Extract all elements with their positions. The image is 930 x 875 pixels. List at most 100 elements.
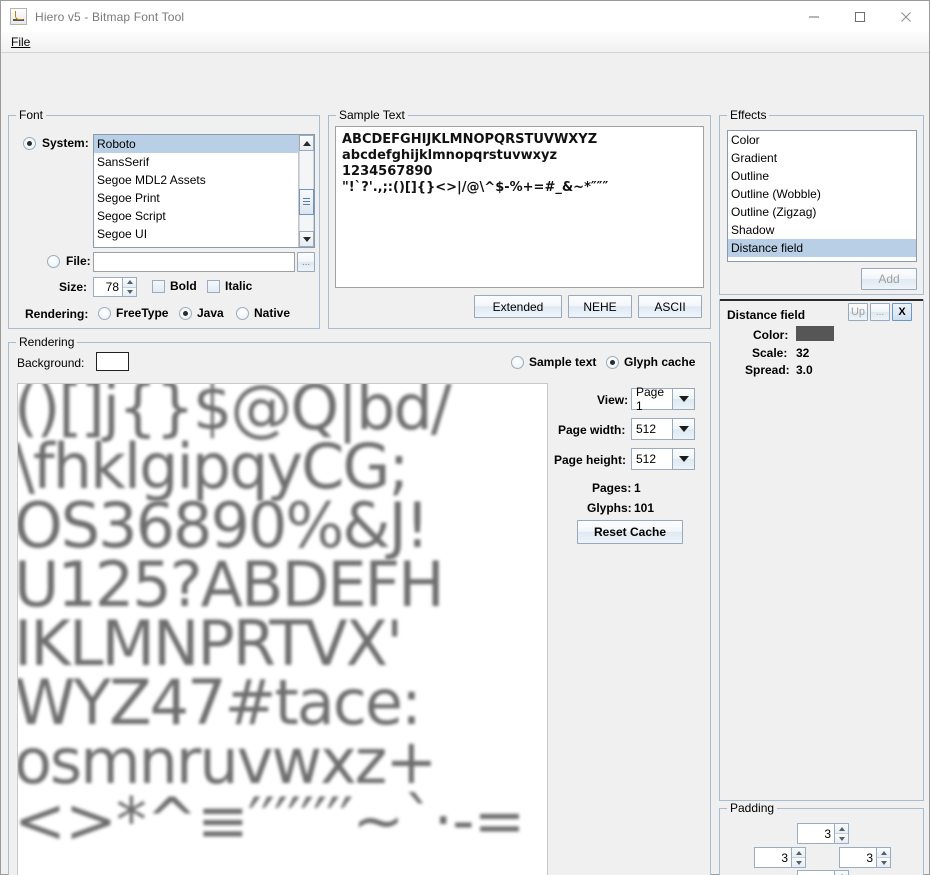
list-item[interactable]: Shadow [728,221,916,239]
list-item[interactable]: Roboto [94,135,298,153]
glyph-cache-row: <>*^≡′′′′′′′′~`·-= [17,791,547,850]
padding-bottom-value[interactable]: 3 [798,871,834,875]
font-file-browse-button[interactable]: ... [297,252,315,272]
reset-cache-button[interactable]: Reset Cache [577,520,683,544]
list-item[interactable]: Segoe UI [94,225,298,243]
effect-remove-button[interactable]: X [892,303,912,321]
padding-right-spinner[interactable]: 3 [839,847,891,868]
sample-text-area[interactable]: ABCDEFGHIJKLMNOPQRSTUVWXYZ abcdefghijklm… [335,126,704,288]
list-item[interactable]: Segoe MDL2 Assets [94,171,298,189]
font-size-label: Size: [59,280,87,294]
list-item[interactable]: Outline (Zigzag) [728,203,916,221]
effect-color-swatch[interactable] [796,326,834,341]
title-bar: Hiero v5 - Bitmap Font Tool [1,1,929,32]
padding-left-increment[interactable] [792,848,805,858]
background-color-swatch[interactable] [96,352,129,371]
padding-right-increment[interactable] [877,848,890,858]
glyph-cache-row: osmnruvwxz+ [17,732,547,791]
view-glyph-cache-label: Glyph cache [624,355,695,369]
list-item[interactable]: Outline [728,167,916,185]
padding-left-spinner[interactable]: 3 [754,847,806,868]
panel-divider [720,299,923,301]
effect-config-name: Distance field [727,308,805,322]
padding-top-value[interactable]: 3 [798,824,834,843]
page-height-value[interactable]: 512 [631,448,672,470]
effect-scale-value[interactable]: 32 [796,346,809,360]
scrollbar-thumb[interactable] [299,189,314,215]
list-item[interactable]: Outline (Wobble) [728,185,916,203]
font-file-label: File: [66,254,91,268]
font-size-value[interactable]: 78 [94,278,122,296]
page-width-value[interactable]: 512 [631,418,672,440]
pages-value: 1 [634,481,641,495]
effect-options-button[interactable]: ... [870,303,890,321]
list-item[interactable]: Distance field [728,239,916,257]
rendering-freetype-radio[interactable] [98,307,111,320]
page-width-label: Page width: [558,423,625,437]
page-view-value[interactable]: Page 1 [631,388,672,410]
nehe-button[interactable]: NEHE [568,295,632,318]
main-content: Font System: Roboto SansSerif Segoe MDL2… [1,53,929,874]
padding-bottom-increment[interactable] [835,871,848,875]
minimize-button[interactable] [791,1,837,32]
scroll-down-arrow-icon[interactable] [299,231,314,247]
page-width-combo[interactable]: 512 [631,418,695,440]
glyph-cache-row: ()[]j{}$@Q|bd/ [17,383,547,437]
effect-move-up-button[interactable]: Up [848,303,868,321]
rendering-native-radio[interactable] [236,307,249,320]
rendering-java-radio[interactable] [179,307,192,320]
padding-bottom-spinner[interactable]: 3 [797,870,849,875]
sample-text-line: abcdefghijklmnopqrstuvwxyz [342,148,697,164]
font-size-spinner[interactable]: 78 [93,277,137,297]
extended-button[interactable]: Extended [474,295,562,318]
chevron-down-icon[interactable] [672,418,695,440]
font-source-file-radio[interactable] [47,255,60,268]
padding-panel: Padding 3 3 3 3 X: -6 Y: [719,808,924,875]
list-item[interactable]: Segoe Script [94,207,298,225]
padding-left-decrement[interactable] [792,858,805,867]
add-effect-button[interactable]: Add [861,268,917,290]
page-height-label: Page height: [554,453,626,467]
rendering-freetype-label: FreeType [116,306,168,320]
font-size-decrement[interactable] [123,288,136,297]
font-size-increment[interactable] [123,278,136,288]
font-italic-checkbox[interactable] [207,280,220,293]
sample-text-line: 1234567890 [342,164,697,180]
list-item[interactable]: SansSerif [94,153,298,171]
effect-color-label: Color: [753,328,788,342]
font-source-system-radio[interactable] [23,137,36,150]
glyphs-label: Glyphs: [587,501,632,515]
effects-list[interactable]: Color Gradient Outline Outline (Wobble) … [727,130,917,262]
view-sample-text-radio[interactable] [511,356,524,369]
maximize-button[interactable] [837,1,883,32]
padding-top-increment[interactable] [835,824,848,834]
padding-top-decrement[interactable] [835,834,848,843]
list-item[interactable]: Segoe Print [94,189,298,207]
view-glyph-cache-radio[interactable] [606,356,619,369]
system-font-list-scrollbar[interactable] [298,135,314,247]
glyph-cache-canvas[interactable]: ()[]j{}$@Q|bd/ \fhklgipqyCG; OS36890%&J!… [17,383,548,875]
scroll-up-arrow-icon[interactable] [299,135,314,151]
padding-left-value[interactable]: 3 [755,848,791,867]
padding-panel-title: Padding [727,801,777,815]
page-view-combo[interactable]: Page 1 [631,388,695,410]
chevron-down-icon[interactable] [672,388,695,410]
rendering-panel-title: Rendering [16,335,77,349]
page-height-combo[interactable]: 512 [631,448,695,470]
pages-label: Pages: [592,481,631,495]
menu-file[interactable]: File [7,34,34,50]
glyphs-value: 101 [634,501,654,515]
font-size-stepper[interactable] [122,278,136,296]
padding-right-decrement[interactable] [877,858,890,867]
close-button[interactable] [883,1,929,32]
chevron-down-icon[interactable] [672,448,695,470]
effect-spread-value[interactable]: 3.0 [796,363,813,377]
font-file-input[interactable] [93,252,295,272]
list-item[interactable]: Color [728,131,916,149]
font-bold-checkbox[interactable] [152,280,165,293]
ascii-button[interactable]: ASCII [638,295,702,318]
list-item[interactable]: Gradient [728,149,916,167]
padding-right-value[interactable]: 3 [840,848,876,867]
system-font-list[interactable]: Roboto SansSerif Segoe MDL2 Assets Segoe… [93,134,315,248]
padding-top-spinner[interactable]: 3 [797,823,849,844]
